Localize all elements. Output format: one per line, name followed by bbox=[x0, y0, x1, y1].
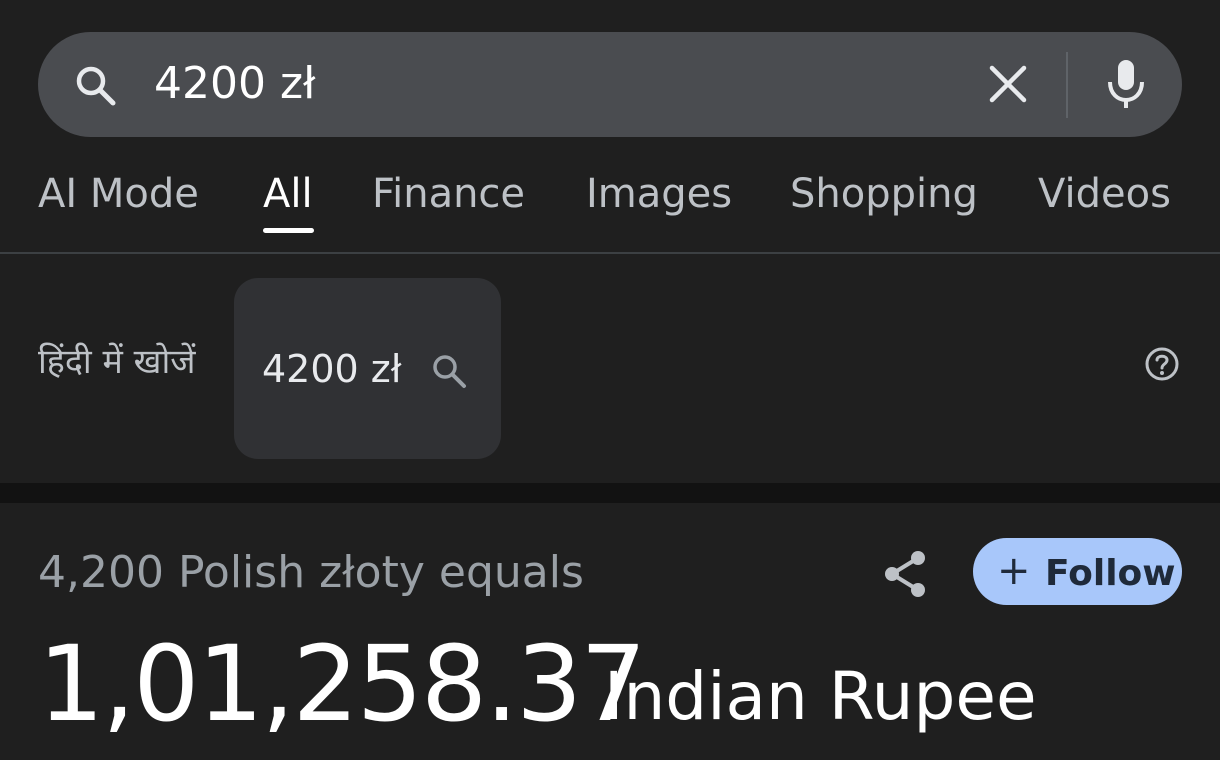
search-divider bbox=[1066, 52, 1068, 118]
search-bar[interactable]: 4200 zł bbox=[38, 32, 1182, 137]
help-icon[interactable] bbox=[1144, 346, 1180, 382]
tab-finance[interactable]: Finance bbox=[372, 170, 525, 218]
tab-videos[interactable]: Videos bbox=[1038, 170, 1171, 218]
tab-all[interactable]: All bbox=[263, 170, 313, 218]
search-input[interactable]: 4200 zł bbox=[154, 58, 316, 110]
section-separator bbox=[0, 483, 1220, 503]
plus-icon: + bbox=[997, 548, 1031, 594]
active-tab-indicator bbox=[263, 228, 314, 233]
mic-icon[interactable] bbox=[1100, 56, 1152, 112]
hindi-search-label: हिंदी में खोजें bbox=[38, 342, 196, 382]
results-page: 4200 zł AI Mode All Finance Images Shopp… bbox=[0, 0, 1220, 760]
hindi-search-chip[interactable]: 4200 zł bbox=[234, 278, 501, 459]
tab-ai-mode[interactable]: AI Mode bbox=[38, 170, 199, 218]
tabs-divider bbox=[0, 252, 1220, 254]
tab-images[interactable]: Images bbox=[586, 170, 732, 218]
conversion-source-text: 4,200 Polish złoty equals bbox=[38, 547, 584, 598]
share-icon[interactable] bbox=[880, 548, 932, 600]
search-tabs: AI Mode All Finance Images Shopping Vide… bbox=[0, 160, 1220, 252]
follow-label: Follow bbox=[1045, 553, 1176, 594]
conversion-result-value: 1,01,258.37 bbox=[38, 623, 647, 745]
search-icon bbox=[430, 352, 468, 390]
search-icon[interactable] bbox=[72, 62, 118, 108]
conversion-result-unit: Indian Rupee bbox=[604, 658, 1037, 735]
chip-query-text: 4200 zł bbox=[262, 347, 402, 391]
close-icon[interactable] bbox=[982, 58, 1034, 110]
follow-button[interactable]: + Follow bbox=[973, 538, 1182, 605]
tab-shopping[interactable]: Shopping bbox=[790, 170, 978, 218]
